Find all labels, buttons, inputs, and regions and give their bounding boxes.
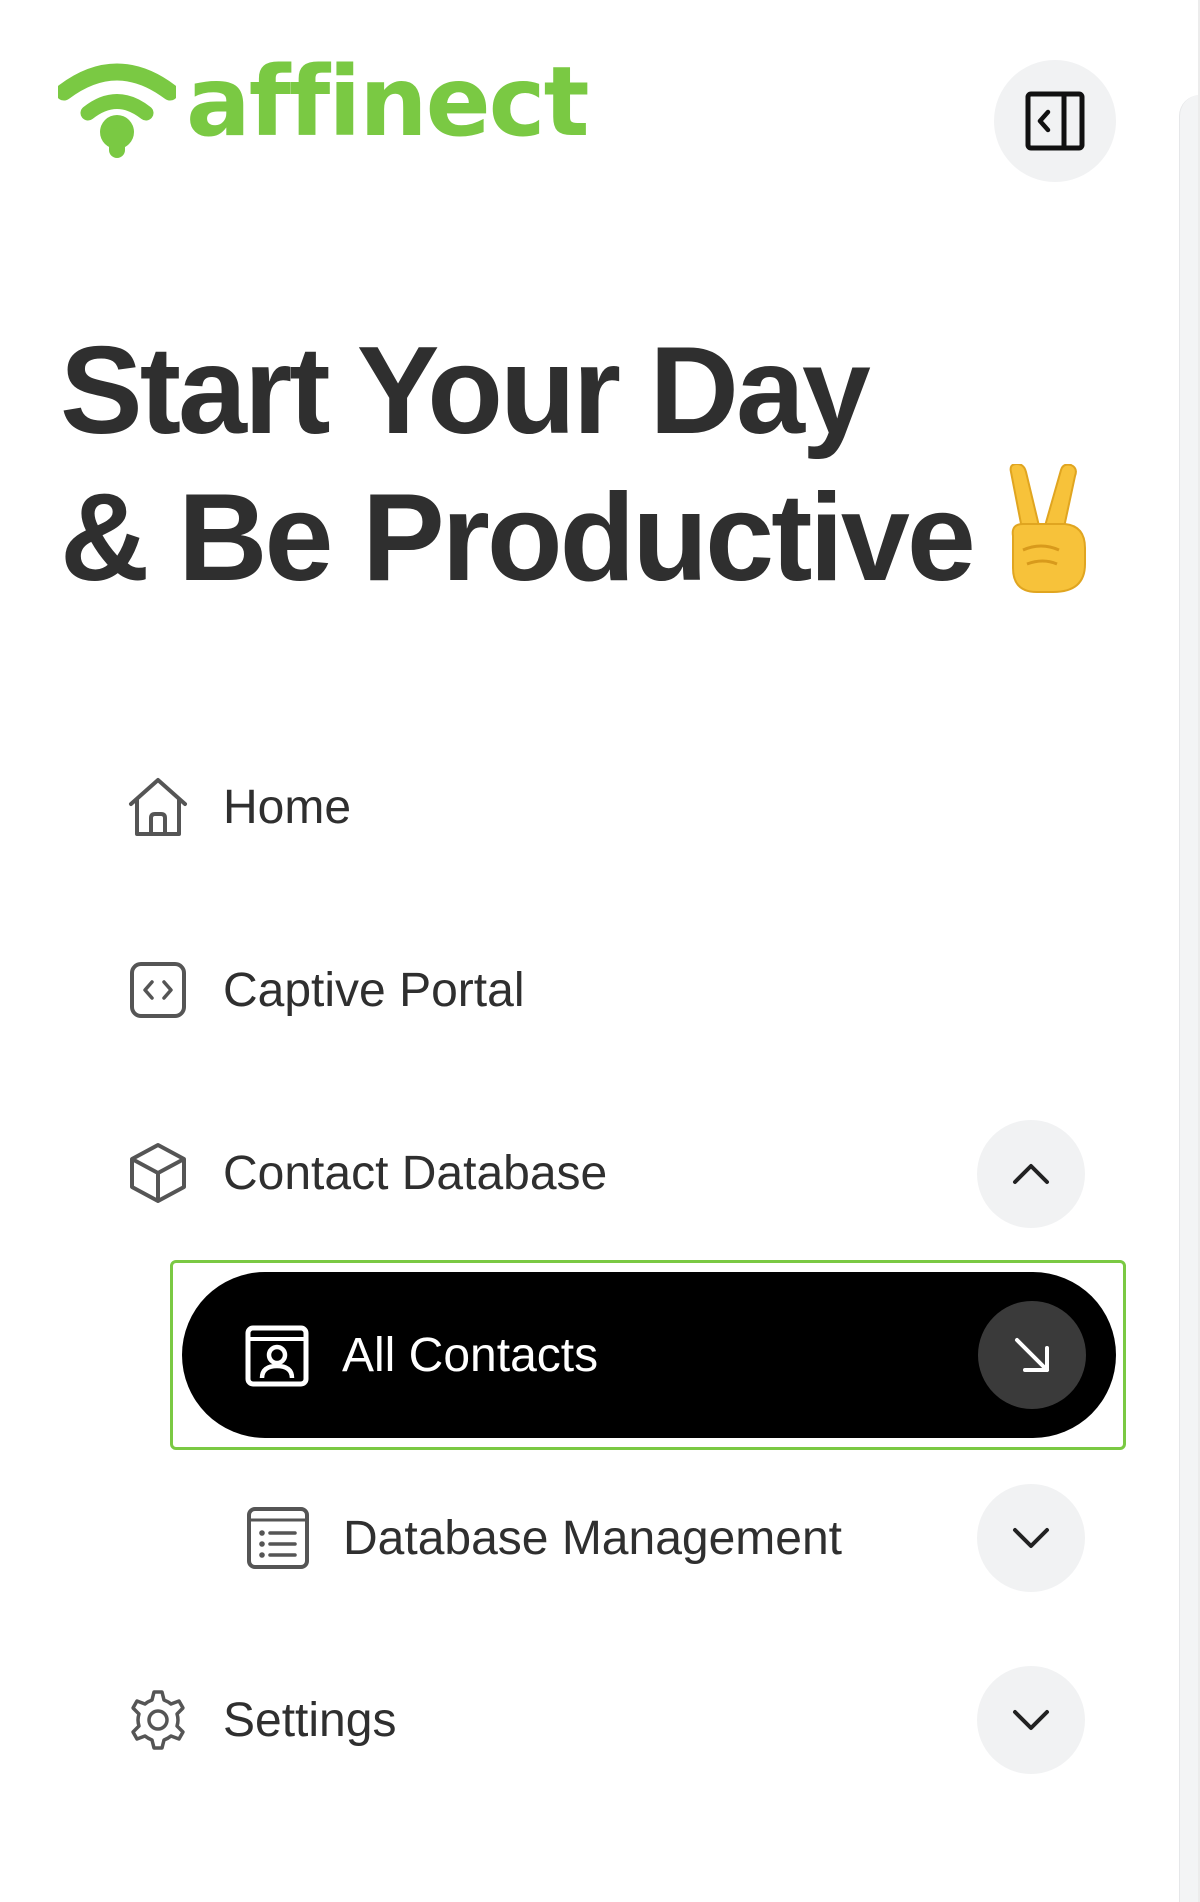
chevron-down-icon <box>1013 1528 1049 1548</box>
list-icon <box>243 1503 313 1573</box>
contact-database-collapse-button[interactable] <box>977 1120 1085 1228</box>
settings-expand-button[interactable] <box>977 1666 1085 1774</box>
nav-item-captive-portal[interactable]: Captive Portal <box>123 955 524 1025</box>
nav-item-settings[interactable]: Settings <box>123 1685 396 1755</box>
nav-label-captive-portal: Captive Portal <box>223 963 525 1017</box>
nav-item-all-contacts[interactable]: All Contacts <box>182 1272 1116 1438</box>
sidebar-collapse-icon <box>1025 91 1085 151</box>
title-line-1: Start Your Day <box>60 322 871 460</box>
contact-card-icon <box>242 1320 312 1390</box>
cube-icon <box>123 1138 193 1208</box>
nav-item-database-management[interactable]: Database Management <box>243 1503 842 1573</box>
nav-label-all-contacts: All Contacts <box>342 1328 599 1382</box>
nav-item-contact-database[interactable]: Contact Database <box>123 1138 607 1208</box>
nav-label-database-management: Database Management <box>343 1511 842 1565</box>
main-content-edge <box>1179 95 1200 1902</box>
code-icon <box>123 955 193 1025</box>
home-icon <box>123 772 193 842</box>
nav-label-settings: Settings <box>223 1693 397 1747</box>
nav-item-home[interactable]: Home <box>123 772 351 842</box>
page-title: Start Your Day & Be Productive <box>60 318 1093 611</box>
collapse-sidebar-button[interactable] <box>994 60 1116 182</box>
sidebar-panel: affinect Start Your Day & Be Productive <box>0 0 1200 1902</box>
victory-hand-emoji-icon <box>1009 464 1086 593</box>
title-line-2-wrap: & Be Productive <box>60 464 1093 611</box>
nav-label-contact-database: Contact Database <box>223 1146 608 1200</box>
title-line-2: & Be Productive <box>60 469 976 607</box>
wifi-logo-icon <box>58 63 176 158</box>
arrow-down-right-icon <box>1015 1338 1049 1372</box>
chevron-up-icon <box>1013 1164 1049 1184</box>
database-management-expand-button[interactable] <box>977 1484 1085 1592</box>
nav-label-home: Home <box>223 780 352 834</box>
brand-logo[interactable]: affinect <box>58 52 589 158</box>
brand-name: affinect <box>186 46 589 158</box>
open-all-contacts-button[interactable] <box>978 1301 1086 1409</box>
gear-icon <box>123 1685 193 1755</box>
chevron-down-icon <box>1013 1710 1049 1730</box>
